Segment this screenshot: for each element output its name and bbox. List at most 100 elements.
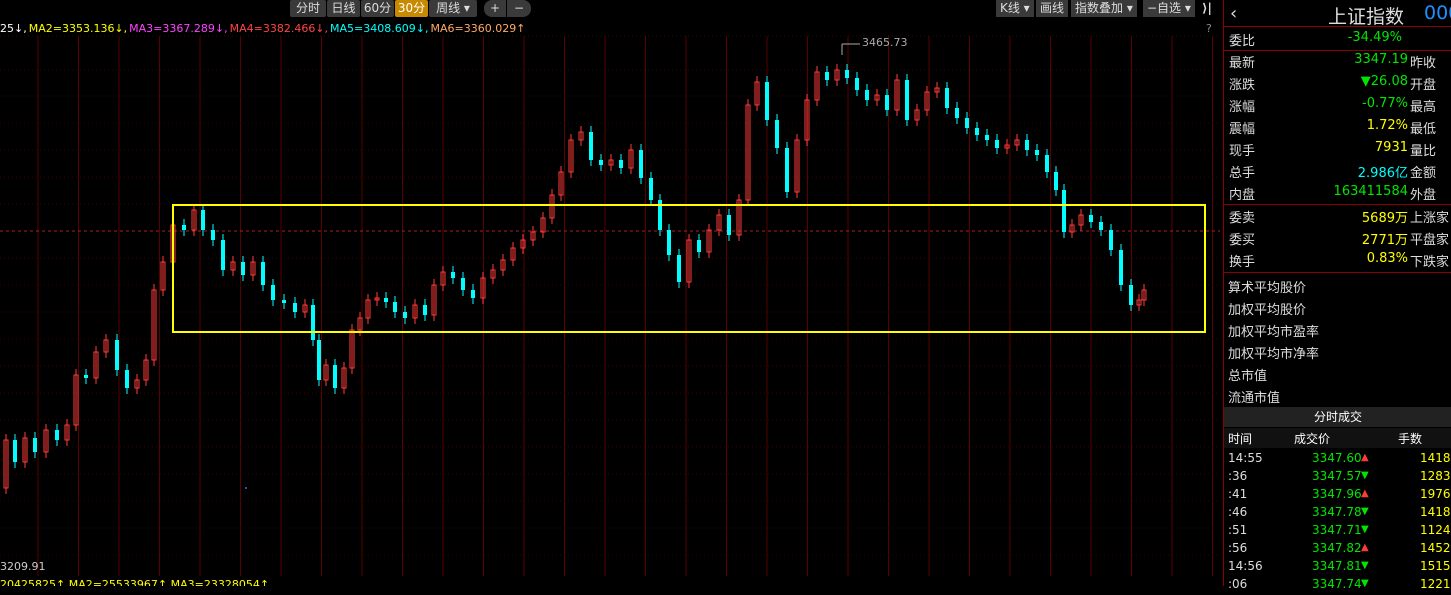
arrow-up-icon: ▲ bbox=[1361, 452, 1369, 463]
candle-body bbox=[599, 160, 603, 165]
candle-body bbox=[317, 340, 321, 380]
candle-body bbox=[293, 303, 297, 312]
trade-row: :46 3347.78▼ 14182 bbox=[1224, 505, 1451, 523]
divider bbox=[1224, 50, 1451, 51]
ma-value: MA4=3382.466↓, bbox=[229, 22, 329, 35]
quote-row: 委卖 5689万 上涨家 bbox=[1224, 207, 1451, 229]
quote-value: 2.986亿 bbox=[1357, 166, 1408, 181]
tab-30min[interactable]: 30分 bbox=[395, 0, 428, 17]
quote-label-right: 金额 bbox=[1410, 166, 1437, 181]
candle-body bbox=[403, 312, 407, 318]
candle-body bbox=[221, 240, 225, 270]
zoom-in-button[interactable]: + bbox=[484, 0, 506, 17]
stat-label: 加权平均股价 bbox=[1228, 303, 1307, 318]
kline-menu-button[interactable]: K线 ▾ bbox=[996, 0, 1034, 17]
arrow-up-icon: ▲ bbox=[1361, 488, 1369, 499]
trade-time: :36 bbox=[1228, 469, 1248, 483]
trade-price: 3347.60 bbox=[1312, 451, 1362, 465]
candle-body bbox=[241, 262, 245, 275]
stat-label: 加权平均市净率 bbox=[1228, 347, 1320, 362]
candle-body bbox=[115, 340, 119, 370]
trade-volume: 14520 bbox=[1420, 541, 1451, 555]
trade-row: :41 3347.96▲ 19769 bbox=[1224, 487, 1451, 505]
quote-label-right: 最低 bbox=[1410, 122, 1437, 137]
stat-label: 总市值 bbox=[1228, 369, 1268, 384]
candle-body bbox=[1099, 222, 1103, 230]
quote-value: 0.83% bbox=[1366, 251, 1408, 266]
candle-body bbox=[965, 118, 969, 128]
quote-value: 163411584 bbox=[1333, 184, 1408, 199]
trade-time: :41 bbox=[1228, 487, 1248, 501]
candle-body bbox=[995, 140, 999, 148]
quote-label: 现手 bbox=[1229, 144, 1256, 159]
candle-body bbox=[865, 90, 869, 100]
trade-time: :46 bbox=[1228, 505, 1248, 519]
trade-row: :51 3347.71▼ 11247 bbox=[1224, 523, 1451, 541]
candle-body bbox=[589, 132, 593, 160]
quote-value: 5689万 bbox=[1361, 211, 1408, 226]
quote-label: 涨幅 bbox=[1229, 100, 1256, 115]
candle-body bbox=[55, 430, 59, 440]
tab-60min[interactable]: 60分 bbox=[361, 0, 394, 17]
quote-label: 换手 bbox=[1229, 255, 1256, 270]
trade-time: 14:56 bbox=[1228, 559, 1263, 573]
candle-body bbox=[845, 70, 849, 78]
trade-volume: 12217 bbox=[1420, 577, 1451, 591]
candle-body bbox=[1089, 215, 1093, 222]
quote-value: 1.72% bbox=[1366, 118, 1408, 133]
candle-body bbox=[955, 108, 959, 118]
tab-weekly[interactable]: 周线 ▾ bbox=[429, 0, 477, 17]
stat-label: 算术平均股价 bbox=[1228, 281, 1307, 296]
quote-row: 现手 7931 量比 bbox=[1224, 140, 1451, 162]
trade-volume: 14182 bbox=[1420, 505, 1451, 519]
candle-body bbox=[985, 135, 989, 140]
candle-body bbox=[423, 305, 427, 315]
quote-row: 委买 2771万 平盘家 bbox=[1224, 229, 1451, 251]
candle-body bbox=[201, 210, 205, 230]
collapse-panel-icon[interactable]: ⟩| bbox=[1198, 0, 1216, 17]
quote-row: 涨幅 -0.77% 最高 bbox=[1224, 96, 1451, 118]
candle-body bbox=[855, 78, 859, 90]
quote-label-right: 外盘 bbox=[1410, 188, 1437, 203]
candle-body bbox=[282, 300, 286, 303]
candle-body bbox=[1119, 250, 1123, 285]
quote-label: 涨跌 bbox=[1229, 78, 1256, 93]
zoom-out-button[interactable]: − bbox=[507, 0, 531, 17]
arrow-down-icon: ▼ bbox=[1361, 578, 1369, 589]
tab-fenshi[interactable]: 分时 bbox=[290, 0, 326, 17]
candle-body bbox=[33, 438, 37, 452]
quote-label: 委买 bbox=[1229, 233, 1256, 248]
candle-body bbox=[311, 305, 315, 340]
candle-body bbox=[945, 88, 949, 108]
arrow-down-icon: ▼ bbox=[1361, 506, 1369, 517]
help-icon[interactable]: ? bbox=[1206, 22, 1212, 35]
candle-body bbox=[393, 302, 397, 312]
stat-label: 加权平均市盈率 bbox=[1228, 325, 1320, 340]
quote-row: 换手 0.83% 下跌家 bbox=[1224, 251, 1451, 273]
ma-value: MA5=3408.609↓, bbox=[330, 22, 429, 35]
candle-body bbox=[461, 278, 465, 290]
watchlist-button[interactable]: −自选 ▾ bbox=[1143, 0, 1195, 17]
col-volume: 手数 bbox=[1398, 432, 1423, 446]
draw-line-button[interactable]: 画线 bbox=[1036, 0, 1069, 17]
chevron-left-icon[interactable]: ‹ bbox=[1230, 3, 1237, 24]
trade-volume: 11247 bbox=[1420, 523, 1451, 537]
index-overlay-button[interactable]: 指数叠加 ▾ bbox=[1071, 0, 1137, 17]
trades-panel-title[interactable]: 分时成交 bbox=[1224, 407, 1451, 427]
quote-label-right: 昨收 bbox=[1410, 56, 1437, 71]
candle-body bbox=[1054, 172, 1058, 190]
candle-body bbox=[775, 120, 779, 148]
kline-chart-area[interactable]: 3465.73 分时 日线 60分 30分 周线 ▾ + − K线 ▾ 画线 指… bbox=[0, 0, 1220, 586]
marker-dot bbox=[245, 487, 247, 489]
high-price-label: 3465.73 bbox=[862, 36, 908, 49]
candle-body bbox=[451, 272, 455, 278]
trade-volume: 15150 bbox=[1420, 559, 1451, 573]
index-name: 上证指数 bbox=[1328, 6, 1405, 28]
tab-daily[interactable]: 日线 bbox=[327, 0, 360, 17]
weibi-row: 委比 -34.49% bbox=[1224, 30, 1451, 52]
quote-value: 7931 bbox=[1374, 140, 1408, 155]
arrow-up-icon: ▲ bbox=[1361, 542, 1369, 553]
trade-row: :06 3347.74▼ 12217 bbox=[1224, 577, 1451, 595]
col-time: 时间 bbox=[1228, 432, 1253, 446]
candlestick-chart[interactable]: 3465.73 bbox=[0, 0, 1220, 586]
